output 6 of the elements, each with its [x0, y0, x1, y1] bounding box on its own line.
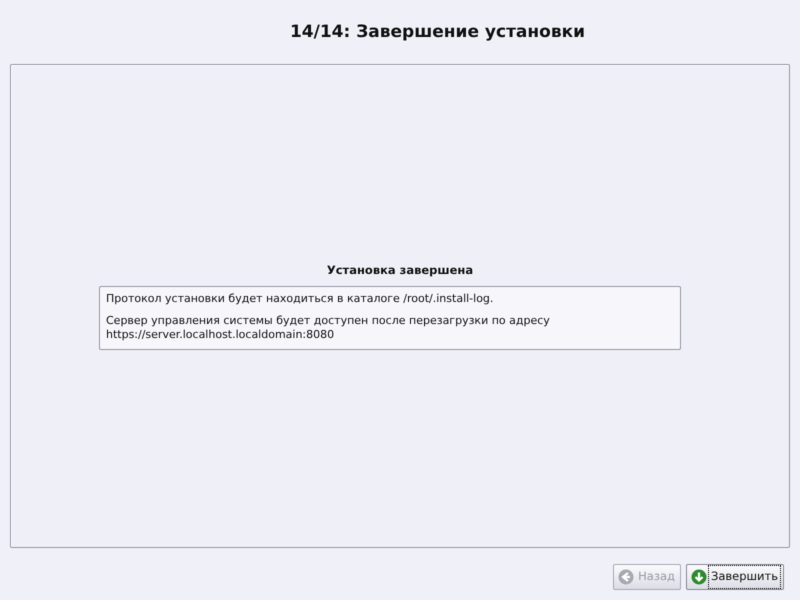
left-arrow-icon — [618, 569, 634, 585]
finish-button[interactable]: Завершить — [686, 564, 784, 590]
info-text: Сервер управления системы будет доступен после перезагрузки по адресу https://server.localhost.localdomain:8080 — [106, 314, 551, 342]
info-text: Протокол установки будет находиться в каталоге /root/.install-log. — [106, 292, 494, 306]
window-title: 14/14: Завершение установки — [288, 21, 586, 44]
section-heading: Установка завершена — [326, 262, 474, 280]
